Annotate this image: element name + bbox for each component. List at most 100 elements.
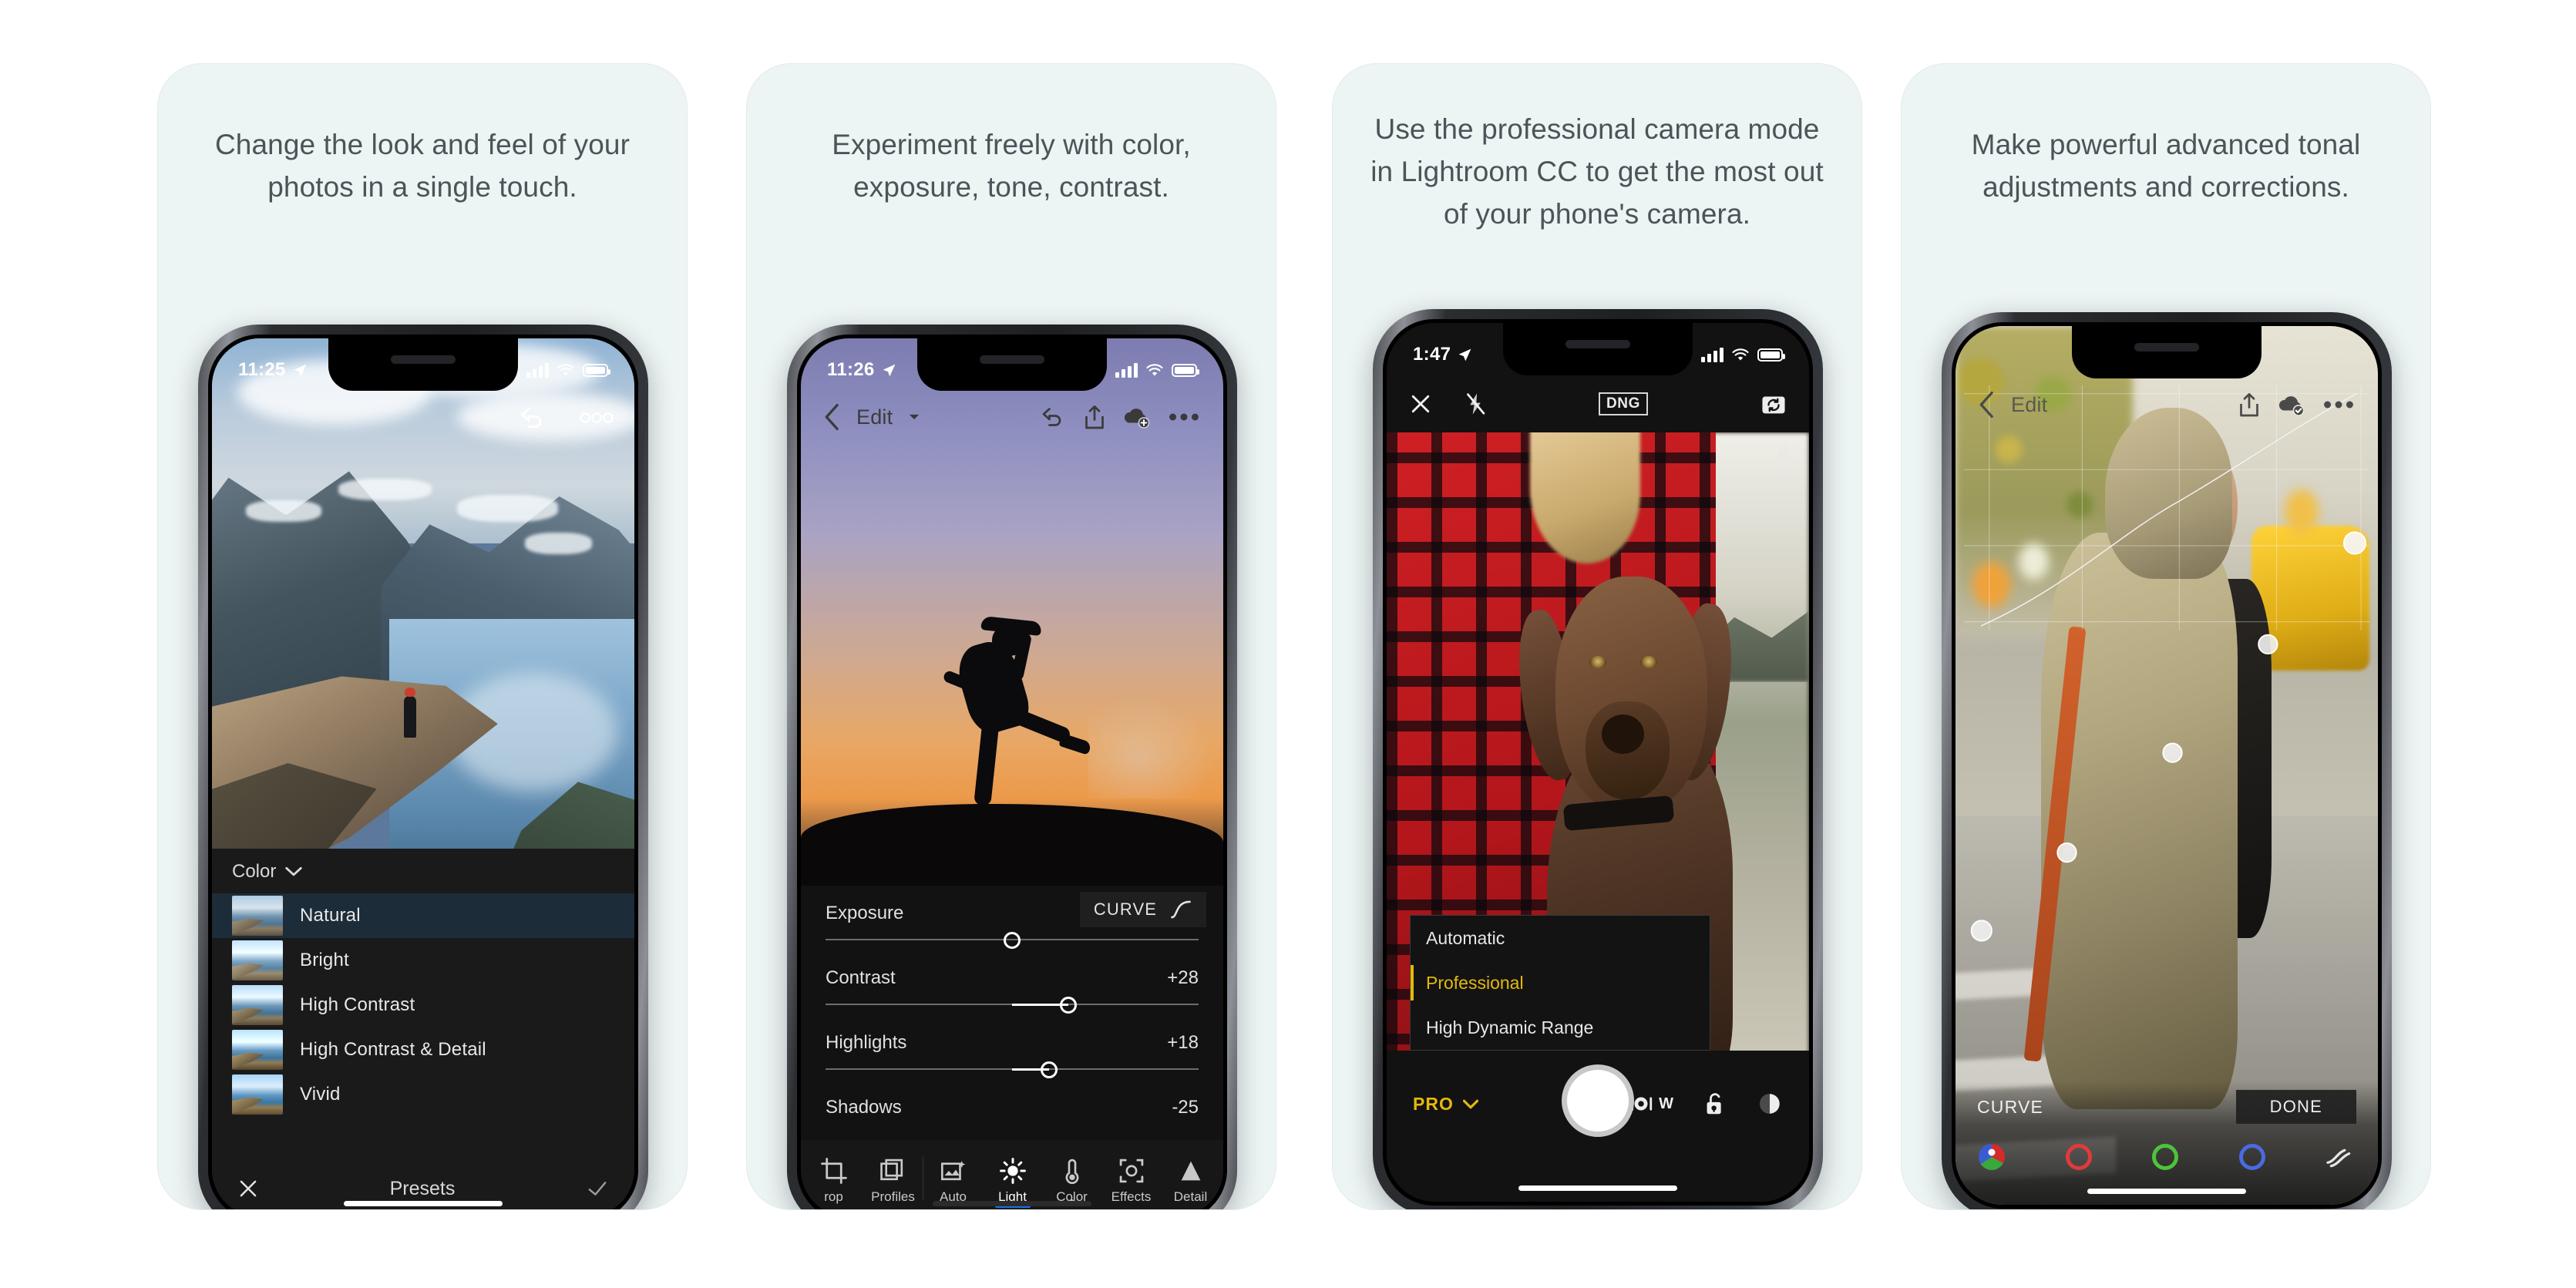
wifi-icon bbox=[1732, 348, 1749, 360]
speaker-icon bbox=[2134, 343, 2199, 351]
preset-thumbnail bbox=[232, 1074, 283, 1115]
share-icon[interactable] bbox=[2238, 392, 2261, 418]
status-bar: 11:26 bbox=[801, 338, 1223, 391]
card-caption: Use the professional camera mode in Ligh… bbox=[1370, 113, 1824, 230]
camera-mode-label: PRO bbox=[1413, 1093, 1454, 1114]
effects-icon bbox=[1119, 1159, 1143, 1182]
slider-label: Exposure bbox=[826, 903, 904, 923]
camera-flip-icon[interactable] bbox=[1761, 393, 1786, 415]
auto-icon bbox=[940, 1160, 965, 1180]
tone-curve-points[interactable] bbox=[1956, 326, 2378, 1177]
undo-icon[interactable] bbox=[517, 405, 548, 431]
red-channel-icon[interactable] bbox=[2065, 1144, 2092, 1170]
status-bar: 11:25 bbox=[212, 338, 634, 391]
battery-icon bbox=[583, 363, 610, 377]
more-options-icon[interactable] bbox=[2322, 399, 2355, 410]
shutter-button[interactable] bbox=[1562, 1064, 1634, 1137]
tab-label: Profiles bbox=[871, 1189, 915, 1204]
lens-selector[interactable]: W bbox=[1628, 1094, 1673, 1114]
preset-label: Bright bbox=[300, 950, 349, 970]
preset-group-header[interactable]: Color bbox=[212, 849, 634, 893]
curve-button[interactable]: CURVE bbox=[1079, 892, 1206, 927]
tab-color[interactable]: Color bbox=[1042, 1153, 1101, 1205]
curve-channel-row[interactable] bbox=[1956, 1135, 2378, 1179]
camera-mode-menu[interactable]: Automatic Professional High Dynamic Rang… bbox=[1410, 915, 1710, 1051]
done-button[interactable]: DONE bbox=[2235, 1090, 2356, 1124]
list-item[interactable]: High Contrast & Detail bbox=[212, 1027, 634, 1072]
caret-down-icon bbox=[1462, 1099, 1478, 1108]
list-item[interactable]: Bright bbox=[212, 938, 634, 983]
preset-thumbnail bbox=[232, 985, 283, 1025]
more-options-icon[interactable] bbox=[1168, 412, 1200, 422]
slider-highlights[interactable]: Highlights +18 bbox=[801, 1032, 1223, 1080]
camera-mode-selector[interactable]: PRO bbox=[1413, 1094, 1478, 1115]
tab-detail[interactable]: Detail bbox=[1161, 1153, 1220, 1205]
slider-label: Shadows bbox=[826, 1097, 902, 1118]
phone-mockup: 11:25 Color Natural Bright High Contrast… bbox=[198, 325, 648, 1209]
lens-label: W bbox=[1659, 1095, 1673, 1112]
edit-navigation-bar: Edit bbox=[1956, 378, 2378, 431]
card-caption: Experiment freely with color, exposure, … bbox=[832, 129, 1191, 203]
slider-contrast[interactable]: Contrast +28 bbox=[801, 967, 1223, 1015]
share-icon[interactable] bbox=[1083, 405, 1106, 430]
check-icon[interactable] bbox=[587, 1179, 608, 1199]
status-time: 1:47 bbox=[1413, 344, 1451, 365]
preset-thumbnail bbox=[232, 940, 283, 980]
nav-title[interactable]: Edit bbox=[856, 405, 893, 429]
green-channel-icon[interactable] bbox=[2152, 1144, 2178, 1170]
battery-icon bbox=[1172, 363, 1199, 377]
chevron-down-icon bbox=[285, 866, 303, 876]
rgb-wheel-icon[interactable] bbox=[1979, 1144, 2005, 1170]
list-item[interactable]: Natural bbox=[212, 893, 634, 938]
tab-auto[interactable]: Auto bbox=[923, 1153, 983, 1205]
cloud-synced-icon[interactable] bbox=[2276, 393, 2307, 416]
battery-icon bbox=[1757, 348, 1785, 362]
edit-toolbar[interactable]: rop Profiles Auto Light Color Effects De… bbox=[801, 1140, 1223, 1209]
menu-item-automatic[interactable]: Automatic bbox=[1411, 916, 1710, 960]
location-arrow-icon bbox=[294, 364, 306, 376]
preset-list[interactable]: Natural Bright High Contrast High Contra… bbox=[212, 893, 634, 1117]
menu-item-professional[interactable]: Professional bbox=[1411, 960, 1710, 1005]
slider-label: Highlights bbox=[826, 1032, 907, 1053]
color-icon bbox=[1065, 1159, 1078, 1184]
flash-off-icon[interactable] bbox=[1465, 392, 1485, 415]
list-item[interactable]: Vivid bbox=[212, 1072, 634, 1117]
phone-mockup: 11:26 Edit CURVE Exposure Contrast +28 H… bbox=[787, 325, 1237, 1209]
tab-profiles[interactable]: Profiles bbox=[863, 1153, 923, 1205]
slider-value: -25 bbox=[1172, 1097, 1199, 1118]
back-chevron-icon[interactable] bbox=[824, 404, 841, 430]
camera-top-bar: DNG bbox=[1387, 375, 1809, 432]
cellular-signal-icon bbox=[526, 362, 549, 378]
close-icon[interactable] bbox=[1410, 393, 1431, 415]
close-icon[interactable] bbox=[238, 1179, 258, 1199]
list-item[interactable]: High Contrast bbox=[212, 983, 634, 1027]
light-icon bbox=[999, 1157, 1026, 1184]
tab-light[interactable]: Light bbox=[983, 1153, 1042, 1208]
targeted-adjust-icon[interactable] bbox=[2325, 1145, 2355, 1169]
lock-open-icon[interactable] bbox=[1704, 1091, 1726, 1116]
card-caption: Change the look and feel of your photos … bbox=[214, 129, 631, 203]
home-indicator bbox=[933, 1201, 1091, 1206]
preview-thumbnail-icon[interactable] bbox=[1757, 1092, 1783, 1115]
camera-bottom-bar: PRO W bbox=[1387, 1051, 1809, 1202]
nav-title[interactable]: Edit bbox=[2011, 393, 2047, 417]
curve-button-label: CURVE bbox=[1093, 900, 1157, 919]
back-chevron-icon[interactable] bbox=[1979, 392, 1996, 418]
histogram-toggle-icon[interactable] bbox=[1775, 443, 1792, 469]
undo-icon[interactable] bbox=[1038, 405, 1068, 429]
more-options-icon[interactable] bbox=[579, 409, 614, 426]
menu-item-high-dynamic-range[interactable]: High Dynamic Range bbox=[1411, 1005, 1710, 1050]
feature-card-light-adjustments: Experiment freely with color, exposure, … bbox=[746, 63, 1276, 1210]
tab-label: Detail bbox=[1173, 1189, 1208, 1204]
phone-mockup: Edit CURVE DONE bbox=[1942, 312, 2392, 1209]
slider-shadows[interactable]: Shadows -25 bbox=[801, 1097, 1223, 1118]
cloud-add-icon[interactable] bbox=[1122, 405, 1152, 429]
tab-effects[interactable]: Effects bbox=[1101, 1153, 1161, 1205]
presets-footer-title: Presets bbox=[389, 1177, 456, 1199]
format-badge[interactable]: DNG bbox=[1598, 392, 1649, 415]
curve-bottom-bar: CURVE DONE bbox=[1956, 1081, 2378, 1205]
caret-down-icon[interactable] bbox=[908, 413, 920, 421]
blue-channel-icon[interactable] bbox=[2238, 1144, 2265, 1170]
presets-panel: Color Natural Bright High Contrast High … bbox=[212, 849, 634, 1209]
tab-crop[interactable]: rop bbox=[804, 1153, 863, 1205]
